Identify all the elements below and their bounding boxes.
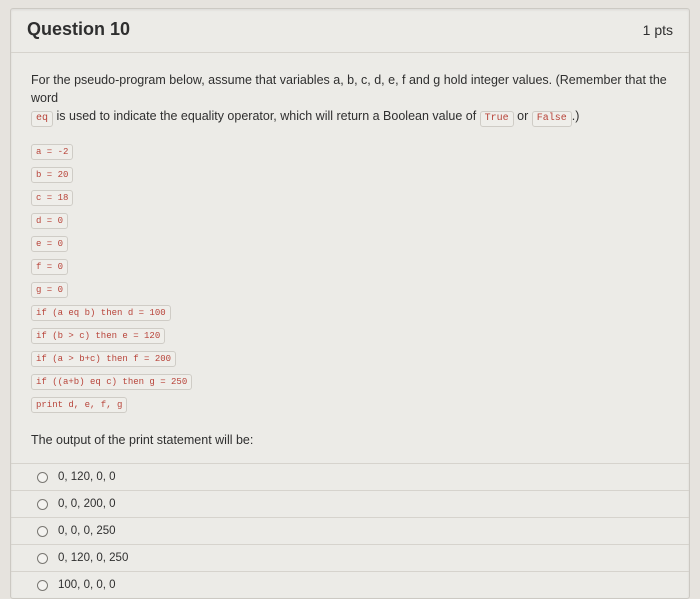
question-body: For the pseudo-program below, assume tha… — [11, 53, 689, 598]
code-line: a = -2 — [31, 144, 73, 160]
code-line: if (a eq b) then d = 100 — [31, 305, 171, 321]
code-line: b = 20 — [31, 167, 73, 183]
question-intro: For the pseudo-program below, assume tha… — [31, 71, 669, 127]
code-line: if (b > c) then e = 120 — [31, 328, 165, 344]
code-line: g = 0 — [31, 282, 68, 298]
output-prompt: The output of the print statement will b… — [31, 433, 669, 447]
option-label: 0, 120, 0, 250 — [58, 552, 128, 564]
option-label: 100, 0, 0, 0 — [58, 579, 116, 591]
answer-option[interactable]: 0, 0, 200, 0 — [11, 490, 689, 517]
option-label: 0, 120, 0, 0 — [58, 471, 116, 483]
answer-option[interactable]: 100, 0, 0, 0 — [11, 571, 689, 598]
code-line: if (a > b+c) then f = 200 — [31, 351, 176, 367]
answer-options: 0, 120, 0, 0 0, 0, 200, 0 0, 0, 0, 250 0… — [11, 463, 689, 598]
intro-text-1: For the pseudo-program below, assume tha… — [31, 73, 667, 105]
code-line: print d, e, f, g — [31, 397, 127, 413]
code-line: d = 0 — [31, 213, 68, 229]
intro-text-2c: .) — [572, 109, 580, 123]
pill-false: False — [532, 111, 572, 127]
radio-icon — [37, 472, 48, 483]
option-label: 0, 0, 0, 250 — [58, 525, 116, 537]
option-label: 0, 0, 200, 0 — [58, 498, 116, 510]
code-line: if ((a+b) eq c) then g = 250 — [31, 374, 192, 390]
code-line: f = 0 — [31, 259, 68, 275]
intro-text-2a: is used to indicate the equality operato… — [53, 109, 480, 123]
intro-text-2b: or — [514, 109, 532, 123]
question-points: 1 pts — [643, 22, 673, 38]
radio-icon — [37, 553, 48, 564]
question-header: Question 10 1 pts — [11, 9, 689, 53]
pill-eq: eq — [31, 111, 53, 127]
code-line: c = 18 — [31, 190, 73, 206]
code-line: e = 0 — [31, 236, 68, 252]
answer-option[interactable]: 0, 0, 0, 250 — [11, 517, 689, 544]
radio-icon — [37, 499, 48, 510]
answer-option[interactable]: 0, 120, 0, 250 — [11, 544, 689, 571]
radio-icon — [37, 580, 48, 591]
answer-option[interactable]: 0, 120, 0, 0 — [11, 463, 689, 490]
question-title: Question 10 — [27, 19, 130, 40]
radio-icon — [37, 526, 48, 537]
question-card: Question 10 1 pts For the pseudo-program… — [10, 8, 690, 599]
pill-true: True — [480, 111, 514, 127]
code-block: a = -2 b = 20 c = 18 d = 0 e = 0 f = 0 g… — [31, 141, 669, 417]
